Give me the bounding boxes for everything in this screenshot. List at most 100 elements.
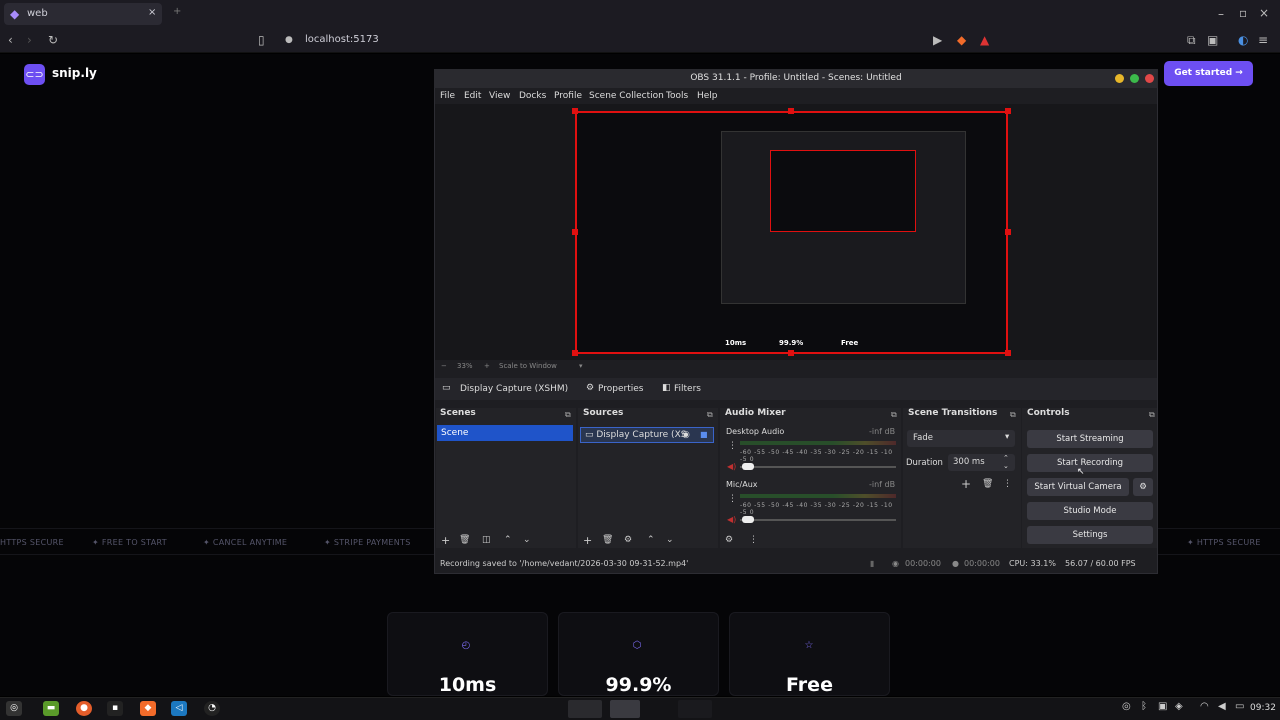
network-icon[interactable]: ◠ <box>1200 701 1209 712</box>
reload-icon[interactable]: ↻ <box>48 33 58 47</box>
mute-icon[interactable]: ◀) <box>727 515 736 524</box>
menu-view[interactable]: View <box>489 91 510 101</box>
firefox-icon[interactable]: ● <box>76 701 92 716</box>
obs-minimize-icon[interactable] <box>1115 74 1124 83</box>
resize-handle[interactable] <box>1005 108 1011 114</box>
add-scene-icon[interactable]: + <box>441 534 450 547</box>
bluetooth-icon[interactable]: ᛒ <box>1141 701 1147 712</box>
advanced-audio-icon[interactable]: ⚙ <box>725 535 733 545</box>
maximize-icon[interactable]: ▫ <box>1239 6 1247 20</box>
dock-undock-icon[interactable]: ⧉ <box>891 410 897 420</box>
back-icon[interactable]: ‹ <box>8 33 13 47</box>
minimize-icon[interactable]: – <box>1218 7 1224 21</box>
resize-handle[interactable] <box>572 350 578 356</box>
scene-filter-icon[interactable]: ◫ <box>482 535 491 545</box>
remove-scene-icon[interactable]: 🗑 <box>459 535 470 545</box>
add-source-icon[interactable]: + <box>583 534 592 547</box>
mute-icon[interactable]: ◀) <box>727 462 736 471</box>
move-down-icon[interactable]: ⌄ <box>666 535 674 545</box>
transition-menu-icon[interactable]: ⋮ <box>1003 479 1012 489</box>
close-tab-icon[interactable]: × <box>148 7 156 18</box>
tray-icon[interactable]: ▣ <box>1158 701 1167 712</box>
zoom-out-icon[interactable]: − <box>441 362 447 370</box>
move-down-icon[interactable]: ⌄ <box>523 535 531 545</box>
stepper-icon[interactable]: ⌃ ⌄ <box>1003 454 1009 470</box>
studio-mode-button[interactable]: Studio Mode <box>1027 502 1153 520</box>
forward-icon[interactable]: › <box>27 33 32 47</box>
get-started-button[interactable]: Get started → <box>1164 61 1253 86</box>
vscode-icon[interactable]: ◁ <box>171 701 187 716</box>
tray-icon[interactable]: ◈ <box>1175 701 1183 712</box>
menu-scene-collection[interactable]: Scene Collection <box>589 91 664 101</box>
channel-menu-icon[interactable]: ⋮ <box>728 494 737 504</box>
resize-handle[interactable] <box>1005 350 1011 356</box>
menu-file[interactable]: File <box>440 91 455 101</box>
channel-menu-icon[interactable]: ⋮ <box>728 441 737 451</box>
scale-mode[interactable]: Scale to Window <box>499 362 557 370</box>
lock-icon[interactable]: ■ <box>700 430 708 439</box>
wallet-icon[interactable]: ▣ <box>1207 33 1218 47</box>
url-bar[interactable]: localhost:5173 <box>305 34 379 45</box>
virtual-camera-settings-icon[interactable]: ⚙ <box>1133 478 1153 496</box>
menu-profile[interactable]: Profile <box>554 91 582 101</box>
visibility-eye-icon[interactable]: ◉ <box>682 430 690 440</box>
dock-undock-icon[interactable]: ⧉ <box>707 410 713 420</box>
settings-button[interactable]: Settings <box>1027 526 1153 544</box>
mixer-menu-icon[interactable]: ⋮ <box>749 535 758 545</box>
battery-icon[interactable]: ▭ <box>1235 701 1244 712</box>
clock[interactable]: 09:32 <box>1250 703 1276 713</box>
source-settings-icon[interactable]: ⚙ <box>624 535 632 545</box>
source-item[interactable]: ▭ Display Capture (XS <box>580 427 714 443</box>
remove-transition-icon[interactable]: 🗑 <box>982 479 993 489</box>
volume-slider-handle[interactable] <box>742 516 754 523</box>
resize-handle[interactable] <box>572 229 578 235</box>
menu-icon[interactable]: ≡ <box>1258 33 1268 47</box>
bookmark-icon[interactable]: ▯ <box>258 33 265 47</box>
scene-item[interactable]: Scene <box>437 425 573 441</box>
zoom-in-icon[interactable]: + <box>484 362 490 370</box>
brave-shield-icon[interactable]: ◆ <box>957 33 966 47</box>
move-up-icon[interactable]: ⌃ <box>504 535 512 545</box>
dock-undock-icon[interactable]: ⧉ <box>565 410 571 420</box>
resize-handle[interactable] <box>788 108 794 114</box>
browser-tab[interactable]: ◆ web × <box>4 3 162 25</box>
transition-select[interactable]: Fade ▾ <box>907 430 1015 447</box>
tray-icon[interactable]: ◎ <box>1122 701 1131 712</box>
site-info-icon[interactable]: ● <box>285 33 293 47</box>
duration-field[interactable]: 300 ms ⌃ ⌄ <box>948 454 1015 471</box>
rewards-icon[interactable]: ▲ <box>980 33 989 47</box>
file-manager-icon[interactable]: ▬ <box>43 701 59 716</box>
window-button[interactable] <box>678 700 712 718</box>
volume-slider-handle[interactable] <box>742 463 754 470</box>
add-transition-icon[interactable]: + <box>961 477 971 491</box>
window-button[interactable] <box>610 700 640 718</box>
window-button[interactable] <box>568 700 602 718</box>
move-up-icon[interactable]: ⌃ <box>647 535 655 545</box>
close-window-icon[interactable]: × <box>1259 6 1269 20</box>
menu-edit[interactable]: Edit <box>464 91 481 101</box>
filters-button[interactable]: Filters <box>674 384 701 394</box>
play-icon[interactable]: ▶ <box>933 33 942 47</box>
brave-icon[interactable]: ◆ <box>140 701 156 716</box>
obs-close-icon[interactable] <box>1145 74 1154 83</box>
logo-text[interactable]: snip.ly <box>52 66 97 80</box>
properties-button[interactable]: Properties <box>598 384 643 394</box>
extensions-icon[interactable]: ⧉ <box>1187 33 1196 47</box>
start-virtual-camera-button[interactable]: Start Virtual Camera <box>1027 478 1129 496</box>
profile-icon[interactable]: ◐ <box>1238 33 1248 47</box>
start-recording-button[interactable]: Start Recording <box>1027 454 1153 472</box>
start-menu-icon[interactable]: ◎ <box>6 701 22 716</box>
menu-tools[interactable]: Tools <box>666 91 688 101</box>
dock-undock-icon[interactable]: ⧉ <box>1010 410 1016 420</box>
logo-link-icon[interactable]: ⊂⊃ <box>24 64 45 85</box>
resize-handle[interactable] <box>1005 229 1011 235</box>
start-streaming-button[interactable]: Start Streaming <box>1027 430 1153 448</box>
remove-source-icon[interactable]: 🗑 <box>602 535 613 545</box>
volume-icon[interactable]: ◀ <box>1218 701 1226 712</box>
new-tab-button[interactable]: + <box>173 6 181 17</box>
menu-help[interactable]: Help <box>697 91 718 101</box>
terminal-icon[interactable]: ▪ <box>107 701 123 716</box>
obs-icon[interactable]: ◔ <box>204 701 220 716</box>
dock-undock-icon[interactable]: ⧉ <box>1149 410 1155 420</box>
resize-handle[interactable] <box>572 108 578 114</box>
